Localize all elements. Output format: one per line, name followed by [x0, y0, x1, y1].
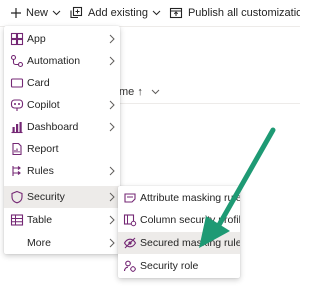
add-existing-label: Add existing	[88, 7, 148, 19]
command-bar: New Add existing Publish all customizati…	[0, 0, 300, 26]
copilot-icon	[10, 99, 24, 111]
column-security-icon	[123, 214, 137, 227]
attribute-masking-icon	[124, 193, 136, 203]
submenu-item-security-role[interactable]: Security role	[118, 255, 240, 277]
card-icon	[10, 78, 24, 88]
column-header-label: me ↑	[119, 86, 143, 98]
plus-icon	[11, 8, 21, 18]
publish-icon	[169, 7, 183, 19]
security-submenu: Attribute masking rule Column security p…	[118, 186, 240, 278]
publish-all-button[interactable]: Publish all customizations	[169, 0, 300, 26]
chevron-right-icon	[109, 238, 115, 248]
dashboard-icon	[11, 122, 23, 134]
chevron-right-icon	[109, 56, 115, 66]
submenu-item-attribute-masking-rule[interactable]: Attribute masking rule	[118, 187, 240, 209]
menu-item-label: Card	[27, 77, 50, 89]
submenu-item-label: Secured masking rule	[140, 237, 240, 249]
chevron-right-icon	[109, 100, 115, 110]
publish-all-label: Publish all customizations	[187, 7, 300, 19]
menu-item-label: Automation	[27, 55, 81, 67]
menu-item-label: More	[27, 237, 51, 249]
menu-item-report[interactable]: Report	[4, 138, 120, 160]
menu-item-copilot[interactable]: Copilot	[4, 94, 120, 116]
menu-item-security[interactable]: Security	[4, 186, 120, 208]
add-existing-button[interactable]: Add existing	[69, 0, 167, 26]
automation-icon	[10, 54, 24, 68]
chevron-right-icon	[109, 192, 115, 202]
chevron-right-icon	[109, 215, 115, 225]
menu-item-label: Table	[27, 214, 53, 226]
menu-item-more[interactable]: More	[4, 232, 120, 254]
new-dropdown-menu: App Automation Card Copilot Dashboard Re…	[4, 26, 120, 254]
column-header-name[interactable]: me ↑	[119, 86, 160, 98]
chevron-right-icon	[109, 122, 115, 132]
table-icon	[10, 214, 24, 226]
submenu-item-secured-masking-rule[interactable]: Secured masking rule	[118, 232, 240, 254]
chevron-right-icon	[109, 34, 115, 44]
chevron-right-icon	[109, 166, 115, 176]
menu-item-label: Report	[27, 143, 59, 155]
chevron-down-icon	[52, 10, 61, 16]
chevron-down-icon	[151, 89, 160, 95]
menu-item-table[interactable]: Table	[4, 209, 120, 231]
chevron-down-icon	[152, 10, 161, 16]
rules-icon	[12, 166, 21, 176]
app-icon	[10, 32, 24, 46]
menu-item-label: Security	[27, 191, 65, 203]
menu-item-automation[interactable]: Automation	[4, 50, 120, 72]
menu-item-label: App	[27, 33, 46, 45]
menu-item-rules[interactable]: Rules	[4, 160, 120, 182]
menu-item-label: Rules	[27, 165, 54, 177]
add-existing-icon	[70, 6, 83, 19]
submenu-item-label: Security role	[140, 260, 199, 272]
menu-item-label: Copilot	[27, 99, 60, 111]
submenu-item-label: Attribute masking rule	[140, 192, 240, 204]
security-role-icon	[123, 260, 136, 272]
menu-item-card[interactable]: Card	[4, 72, 120, 94]
shield-icon	[11, 190, 23, 204]
submenu-item-label: Column security profile	[140, 214, 240, 226]
menu-item-app[interactable]: App	[4, 28, 120, 50]
submenu-item-column-security-profile[interactable]: Column security profile	[118, 209, 240, 231]
secured-masking-icon	[123, 237, 137, 249]
table-header-divider	[119, 103, 300, 104]
menu-item-dashboard[interactable]: Dashboard	[4, 116, 120, 138]
new-label: New	[26, 7, 49, 19]
new-button[interactable]: New	[10, 0, 67, 26]
menu-item-label: Dashboard	[27, 121, 79, 133]
report-icon	[12, 142, 22, 156]
